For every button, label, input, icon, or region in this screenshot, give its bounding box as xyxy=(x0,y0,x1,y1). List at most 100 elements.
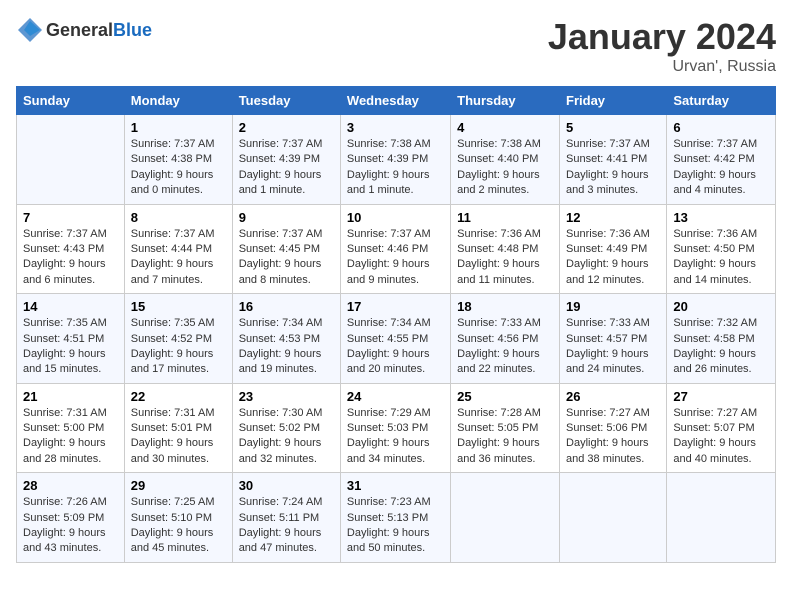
sunrise-text: Sunrise: 7:37 AM xyxy=(566,138,650,150)
column-header-monday: Monday xyxy=(124,87,232,115)
sunrise-text: Sunrise: 7:36 AM xyxy=(566,228,650,240)
daylight-text: Daylight: 9 hours xyxy=(566,169,649,181)
sunrise-text: Sunrise: 7:37 AM xyxy=(239,228,323,240)
calendar-cell: 22Sunrise: 7:31 AMSunset: 5:01 PMDayligh… xyxy=(124,383,232,473)
logo: GeneralBlue xyxy=(16,16,152,44)
sunrise-text: Sunrise: 7:37 AM xyxy=(673,138,757,150)
day-number: 9 xyxy=(239,210,334,225)
daylight-text: and 19 minutes. xyxy=(239,363,317,375)
daylight-text: and 7 minutes. xyxy=(131,274,203,286)
column-header-sunday: Sunday xyxy=(17,87,125,115)
daylight-text: and 24 minutes. xyxy=(566,363,644,375)
sunrise-text: Sunrise: 7:32 AM xyxy=(673,317,757,329)
sunset-text: Sunset: 4:58 PM xyxy=(673,333,754,345)
sunset-text: Sunset: 5:05 PM xyxy=(457,422,538,434)
day-number: 31 xyxy=(347,478,444,493)
day-number: 11 xyxy=(457,210,553,225)
daylight-text: Daylight: 9 hours xyxy=(347,527,430,539)
sunset-text: Sunset: 4:51 PM xyxy=(23,333,104,345)
sunrise-text: Sunrise: 7:26 AM xyxy=(23,496,107,508)
calendar-cell: 9Sunrise: 7:37 AMSunset: 4:45 PMDaylight… xyxy=(232,204,340,294)
calendar-cell: 10Sunrise: 7:37 AMSunset: 4:46 PMDayligh… xyxy=(340,204,450,294)
sunrise-text: Sunrise: 7:24 AM xyxy=(239,496,323,508)
day-info: Sunrise: 7:36 AMSunset: 4:50 PMDaylight:… xyxy=(673,227,769,289)
calendar-cell: 12Sunrise: 7:36 AMSunset: 4:49 PMDayligh… xyxy=(560,204,667,294)
daylight-text: Daylight: 9 hours xyxy=(23,258,106,270)
daylight-text: Daylight: 9 hours xyxy=(347,437,430,449)
sunset-text: Sunset: 5:07 PM xyxy=(673,422,754,434)
week-row-5: 28Sunrise: 7:26 AMSunset: 5:09 PMDayligh… xyxy=(17,473,776,563)
daylight-text: Daylight: 9 hours xyxy=(673,169,756,181)
calendar-cell: 23Sunrise: 7:30 AMSunset: 5:02 PMDayligh… xyxy=(232,383,340,473)
day-number: 1 xyxy=(131,120,226,135)
day-info: Sunrise: 7:37 AMSunset: 4:41 PMDaylight:… xyxy=(566,137,660,199)
sunset-text: Sunset: 4:56 PM xyxy=(457,333,538,345)
sunrise-text: Sunrise: 7:37 AM xyxy=(239,138,323,150)
day-number: 12 xyxy=(566,210,660,225)
sunset-text: Sunset: 4:40 PM xyxy=(457,153,538,165)
calendar-body: 1 Sunrise: 7:37 AMSunset: 4:38 PMDaylight… xyxy=(17,115,776,563)
sunset-text: Sunset: 4:55 PM xyxy=(347,333,428,345)
day-number: 4 xyxy=(457,120,553,135)
day-info: Sunrise: 7:34 AMSunset: 4:55 PMDaylight:… xyxy=(347,316,444,378)
sunset-text: Sunset: 4:50 PM xyxy=(673,243,754,255)
sunset-text: Sunset: 4:52 PM xyxy=(131,333,212,345)
day-number: 5 xyxy=(566,120,660,135)
day-number: 20 xyxy=(673,299,769,314)
sunrise-text: Sunrise: 7:37 AM xyxy=(347,228,431,240)
day-number: 19 xyxy=(566,299,660,314)
sunrise-text: Sunrise: 7:38 AM xyxy=(457,138,541,150)
calendar-cell: 27Sunrise: 7:27 AMSunset: 5:07 PMDayligh… xyxy=(667,383,776,473)
day-number: 30 xyxy=(239,478,334,493)
daylight-text: Daylight: 9 hours xyxy=(347,348,430,360)
sunset-text: Sunset: 4:44 PM xyxy=(131,243,212,255)
sunset-text: Sunset: 4:53 PM xyxy=(239,333,320,345)
sunrise-text: Sunrise: 7:35 AM xyxy=(23,317,107,329)
calendar-cell: 31 Sunrise: 7:23 AM Sunset: 5:13 PM Dayligh… xyxy=(340,473,450,563)
daylight-text: and 3 minutes. xyxy=(566,184,638,196)
day-info: Sunrise: 7:35 AMSunset: 4:52 PMDaylight:… xyxy=(131,316,226,378)
calendar-cell xyxy=(560,473,667,563)
sunrise-text: Sunrise: 7:37 AM xyxy=(131,228,215,240)
calendar-cell: 20Sunrise: 7:32 AMSunset: 4:58 PMDayligh… xyxy=(667,294,776,384)
daylight-text: and 8 minutes. xyxy=(239,274,311,286)
calendar-cell xyxy=(17,115,125,205)
sunset-text: Sunset: 5:11 PM xyxy=(239,512,320,524)
daylight-text: and 40 minutes. xyxy=(673,453,751,465)
sunrise-text: Sunrise: 7:37 AM xyxy=(131,138,215,150)
daylight-text: Daylight: 9 hours xyxy=(673,258,756,270)
sunset-text: Sunset: 4:42 PM xyxy=(673,153,754,165)
day-info: Sunrise: 7:32 AMSunset: 4:58 PMDaylight:… xyxy=(673,316,769,378)
sunrise-text: Sunrise: 7:27 AM xyxy=(566,407,650,419)
day-number: 13 xyxy=(673,210,769,225)
calendar-cell: 2Sunrise: 7:37 AMSunset: 4:39 PMDaylight… xyxy=(232,115,340,205)
calendar-header-row: SundayMondayTuesdayWednesdayThursdayFrid… xyxy=(17,87,776,115)
calendar-cell: 26Sunrise: 7:27 AMSunset: 5:06 PMDayligh… xyxy=(560,383,667,473)
day-info: Sunrise: 7:37 AMSunset: 4:38 PMDaylight:… xyxy=(131,137,226,199)
day-info: Sunrise: 7:38 AMSunset: 4:40 PMDaylight:… xyxy=(457,137,553,199)
day-info: Sunrise: 7:33 AMSunset: 4:56 PMDaylight:… xyxy=(457,316,553,378)
sunset-text: Sunset: 5:13 PM xyxy=(347,512,428,524)
daylight-text: and 20 minutes. xyxy=(347,363,425,375)
calendar-table: SundayMondayTuesdayWednesdayThursdayFrid… xyxy=(16,86,776,563)
sunrise-text: Sunrise: 7:23 AM xyxy=(347,496,431,508)
daylight-text: Daylight: 9 hours xyxy=(23,348,106,360)
calendar-cell: 18Sunrise: 7:33 AMSunset: 4:56 PMDayligh… xyxy=(451,294,560,384)
day-number: 27 xyxy=(673,389,769,404)
daylight-text: and 0 minutes. xyxy=(131,184,203,196)
daylight-text: and 26 minutes. xyxy=(673,363,751,375)
daylight-text: and 11 minutes. xyxy=(457,274,534,286)
day-number: 16 xyxy=(239,299,334,314)
day-info: Sunrise: 7:37 AMSunset: 4:39 PMDaylight:… xyxy=(239,137,334,199)
sunset-text: Sunset: 5:01 PM xyxy=(131,422,212,434)
day-info: Sunrise: 7:27 AMSunset: 5:06 PMDaylight:… xyxy=(566,406,660,468)
day-info: Sunrise: 7:24 AMSunset: 5:11 PMDaylight:… xyxy=(239,495,334,557)
daylight-text: and 1 minute. xyxy=(239,184,306,196)
daylight-text: and 36 minutes. xyxy=(457,453,535,465)
day-number: 24 xyxy=(347,389,444,404)
daylight-text: and 28 minutes. xyxy=(23,453,101,465)
daylight-text: and 30 minutes. xyxy=(131,453,209,465)
sunrise-text: Sunrise: 7:36 AM xyxy=(457,228,541,240)
logo-blue: Blue xyxy=(113,20,152,40)
sunrise-text: Sunrise: 7:38 AM xyxy=(347,138,431,150)
